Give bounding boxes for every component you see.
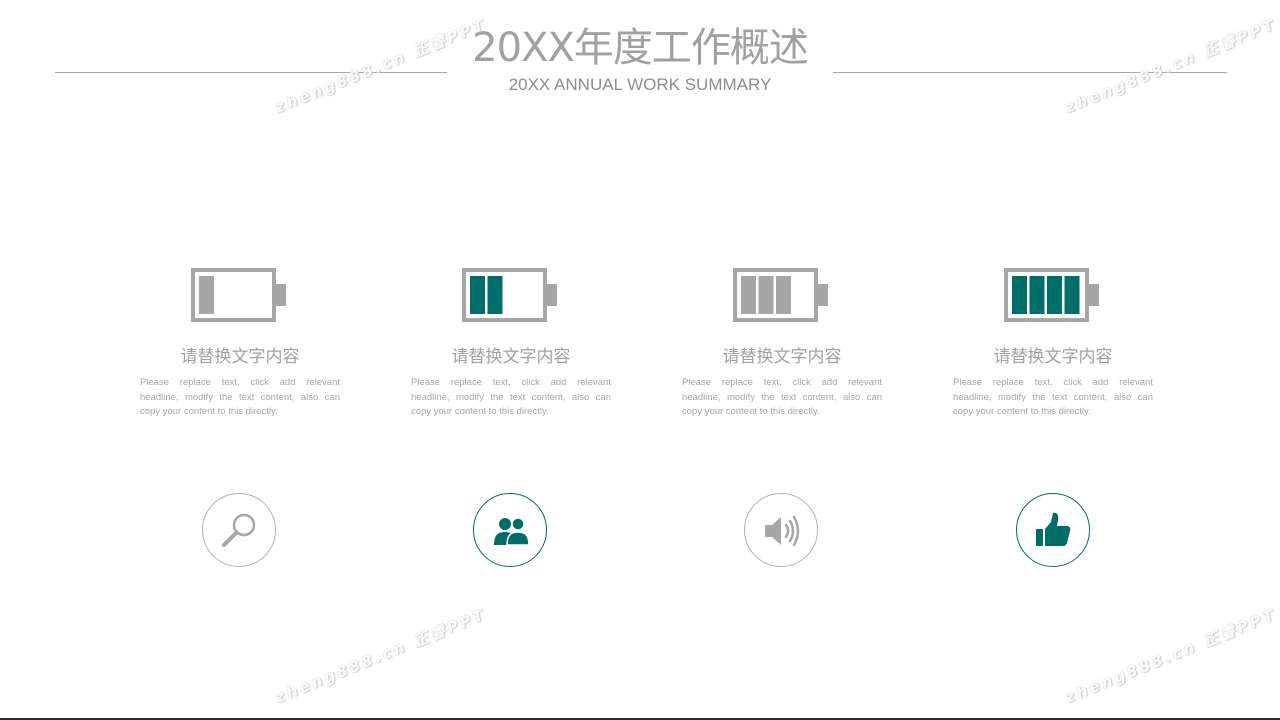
column-heading: 请替换文字内容 [993,347,1113,367]
column-heading: 请替换文字内容 [180,347,300,367]
column-description: Please replace text, click add relevant … [140,377,340,417]
battery-cell [1029,276,1045,314]
battery-icon [462,268,557,322]
page-title: 20XX年度工作概述 [472,25,809,71]
column-heading: 请替换文字内容 [722,347,842,367]
battery-cell [199,276,214,314]
column-description: Please replace text, click add relevant … [953,377,1153,417]
battery-cell [1012,276,1027,314]
magnifier-icon [202,493,276,567]
speaker-icon [744,493,818,567]
battery-cell [741,276,756,314]
battery-cell [776,276,791,314]
users-icon [473,493,547,567]
battery-cell [1064,276,1080,314]
column-description: Please replace text, click add relevant … [411,377,611,417]
battery-icon [191,268,286,322]
battery-icon [733,268,828,322]
battery-cell [758,276,774,314]
battery-cell [1047,276,1062,314]
column-description: Please replace text, click add relevant … [682,377,882,417]
battery-icon [1004,268,1099,322]
watermark: zheng888.cn 正睿PPT [272,605,490,707]
slide: 20XX年度工作概述 20XX ANNUAL WORK SUMMARY 请替换文… [0,0,1280,720]
battery-cell [487,276,503,314]
column-heading: 请替换文字内容 [451,347,571,367]
watermark: zheng888.cn 正睿PPT [1062,605,1280,707]
thumbs-up-icon [1016,493,1090,567]
battery-cell [470,276,485,314]
